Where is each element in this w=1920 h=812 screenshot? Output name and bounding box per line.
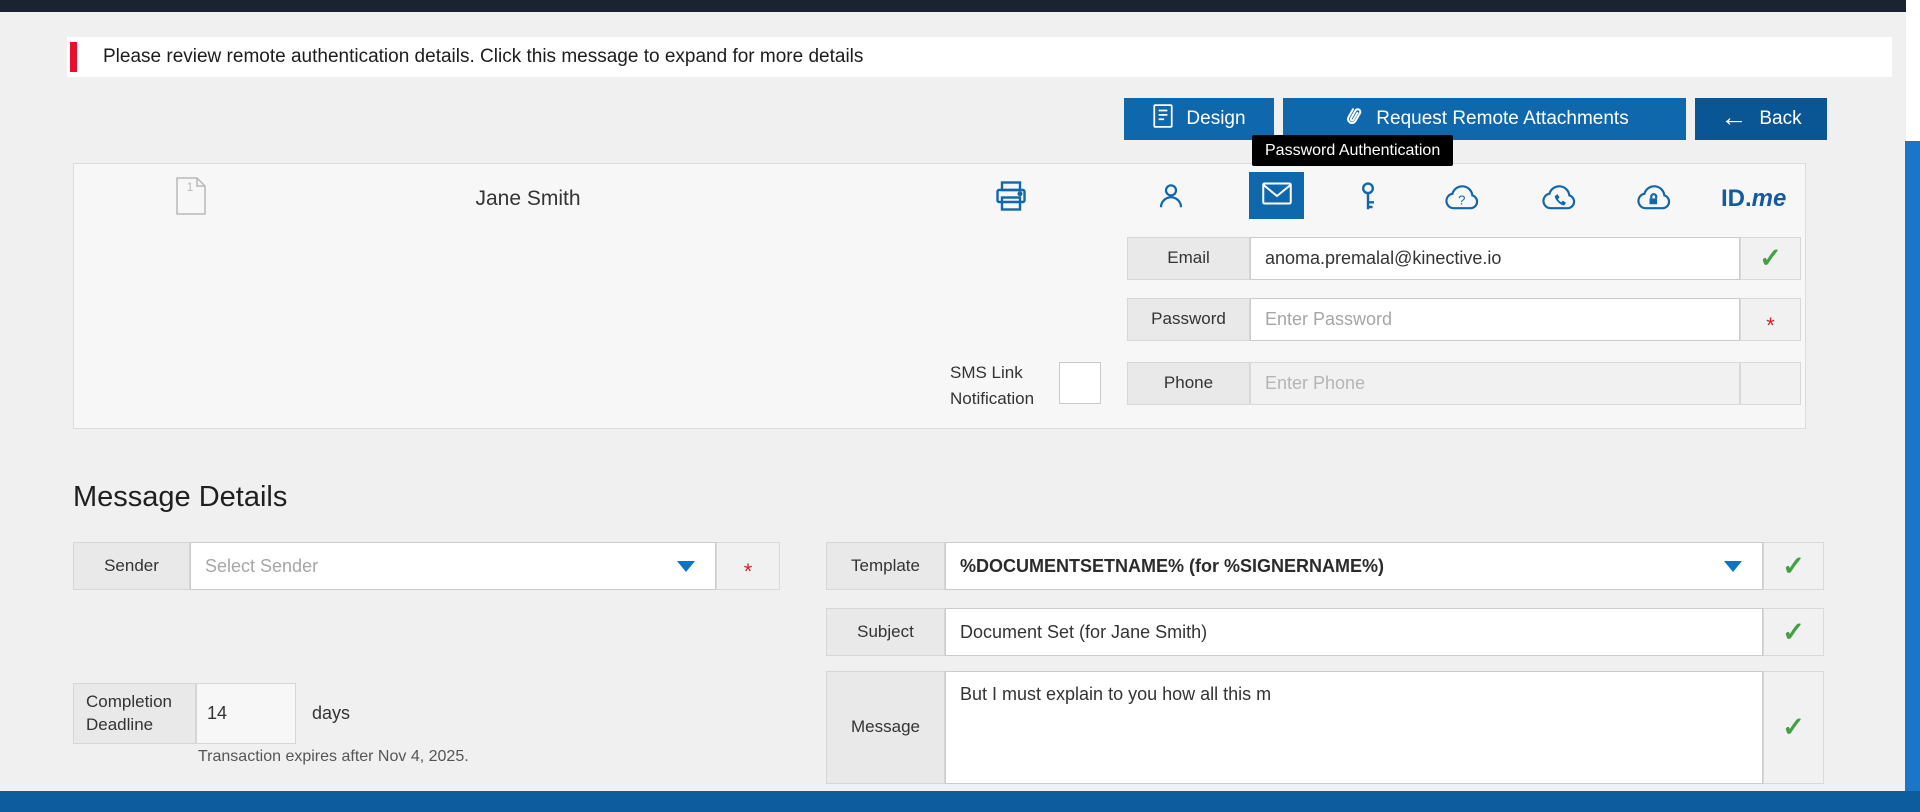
cloud-lock-auth-icon[interactable]: [1633, 182, 1673, 219]
top-navigation-bar: [0, 0, 1906, 12]
required-asterisk-icon: *: [744, 559, 753, 585]
review-alert-banner[interactable]: Please review remote authentication deta…: [67, 37, 1892, 77]
document-set-icon: 1: [176, 177, 206, 220]
idme-auth-logo[interactable]: ID.me: [1721, 185, 1786, 213]
print-icon[interactable]: [993, 178, 1029, 219]
sender-field-label: Sender: [73, 542, 190, 590]
paperclip-icon: [1334, 100, 1370, 138]
message-field-label: Message: [826, 671, 945, 784]
password-input-wrap: [1250, 298, 1740, 341]
email-input[interactable]: [1251, 238, 1739, 279]
template-status-cell: ✓: [1763, 542, 1824, 590]
subject-status-cell: ✓: [1763, 608, 1824, 656]
message-status-cell: ✓: [1763, 671, 1824, 784]
password-authentication-tooltip: Password Authentication: [1252, 135, 1453, 166]
idme-logo-me: me: [1752, 185, 1787, 212]
message-details-heading: Message Details: [73, 481, 287, 514]
phone-input: [1251, 363, 1739, 404]
alert-message: Please review remote authentication deta…: [103, 46, 863, 68]
message-textarea-wrap: But I must explain to you how all this m: [945, 671, 1763, 784]
svg-text:?: ?: [1458, 193, 1465, 208]
design-document-icon: [1152, 104, 1174, 134]
sms-link-notification-checkbox[interactable]: [1059, 362, 1101, 404]
subject-input[interactable]: [946, 609, 1762, 655]
back-button[interactable]: ← Back: [1695, 98, 1827, 140]
back-button-label: Back: [1759, 108, 1801, 130]
email-field-label: Email: [1127, 237, 1250, 280]
template-value: %DOCUMENTSETNAME% (for %SIGNERNAME%): [946, 556, 1384, 577]
template-select[interactable]: %DOCUMENTSETNAME% (for %SIGNERNAME%): [945, 542, 1763, 590]
check-icon: ✓: [1782, 712, 1805, 743]
required-asterisk-icon: *: [1766, 313, 1775, 339]
completion-deadline-label: Completion Deadline: [73, 683, 196, 744]
password-field-label: Password: [1127, 298, 1250, 341]
chevron-down-icon: [1724, 561, 1742, 572]
message-textarea[interactable]: But I must explain to you how all this m: [946, 672, 1762, 783]
idme-logo-id: ID.: [1721, 185, 1752, 212]
request-remote-attachments-label: Request Remote Attachments: [1376, 108, 1628, 130]
phone-input-wrap: [1250, 362, 1740, 405]
design-button[interactable]: Design: [1124, 98, 1274, 140]
phone-status-cell: [1740, 362, 1801, 405]
check-icon: ✓: [1782, 551, 1805, 582]
person-auth-button[interactable]: [1156, 180, 1186, 217]
request-remote-attachments-button[interactable]: Request Remote Attachments: [1283, 98, 1686, 140]
completion-deadline-input-wrap: [196, 683, 296, 744]
bottom-bar: [0, 791, 1920, 812]
check-icon: ✓: [1759, 243, 1782, 274]
back-arrow-icon: ←: [1720, 104, 1747, 131]
password-status-cell: *: [1740, 298, 1801, 341]
password-input[interactable]: [1251, 299, 1739, 340]
email-status-cell: ✓: [1740, 237, 1801, 280]
template-field-label: Template: [826, 542, 945, 590]
chevron-down-icon: [677, 561, 695, 572]
phone-field-label: Phone: [1127, 362, 1250, 405]
top-right-corner: [1906, 0, 1920, 141]
subject-field-label: Subject: [826, 608, 945, 656]
vertical-scrollbar[interactable]: [1905, 141, 1920, 791]
email-input-wrap: [1250, 237, 1740, 280]
sender-status-cell: *: [716, 542, 780, 590]
expiry-note: Transaction expires after Nov 4, 2025.: [198, 748, 469, 766]
signer-name: Jane Smith: [378, 185, 678, 213]
sender-placeholder: Select Sender: [191, 556, 318, 577]
cloud-phone-auth-icon[interactable]: [1538, 182, 1578, 219]
subject-input-wrap: [945, 608, 1763, 656]
esign-remote-details-page: Please review remote authentication deta…: [0, 0, 1920, 812]
completion-deadline-input[interactable]: [197, 684, 295, 743]
alert-accent-bar: [70, 42, 77, 72]
svg-text:1: 1: [187, 180, 194, 194]
days-unit-label: days: [312, 683, 350, 744]
password-auth-key-icon[interactable]: [1352, 178, 1384, 221]
design-button-label: Design: [1186, 108, 1245, 130]
check-icon: ✓: [1782, 617, 1805, 648]
signer-panel: 1 Jane Smith: [73, 163, 1806, 429]
email-auth-button-selected[interactable]: [1249, 172, 1304, 219]
cloud-question-auth-icon[interactable]: ?: [1441, 182, 1481, 219]
envelope-icon: [1262, 182, 1292, 210]
sender-select[interactable]: Select Sender: [190, 542, 716, 590]
